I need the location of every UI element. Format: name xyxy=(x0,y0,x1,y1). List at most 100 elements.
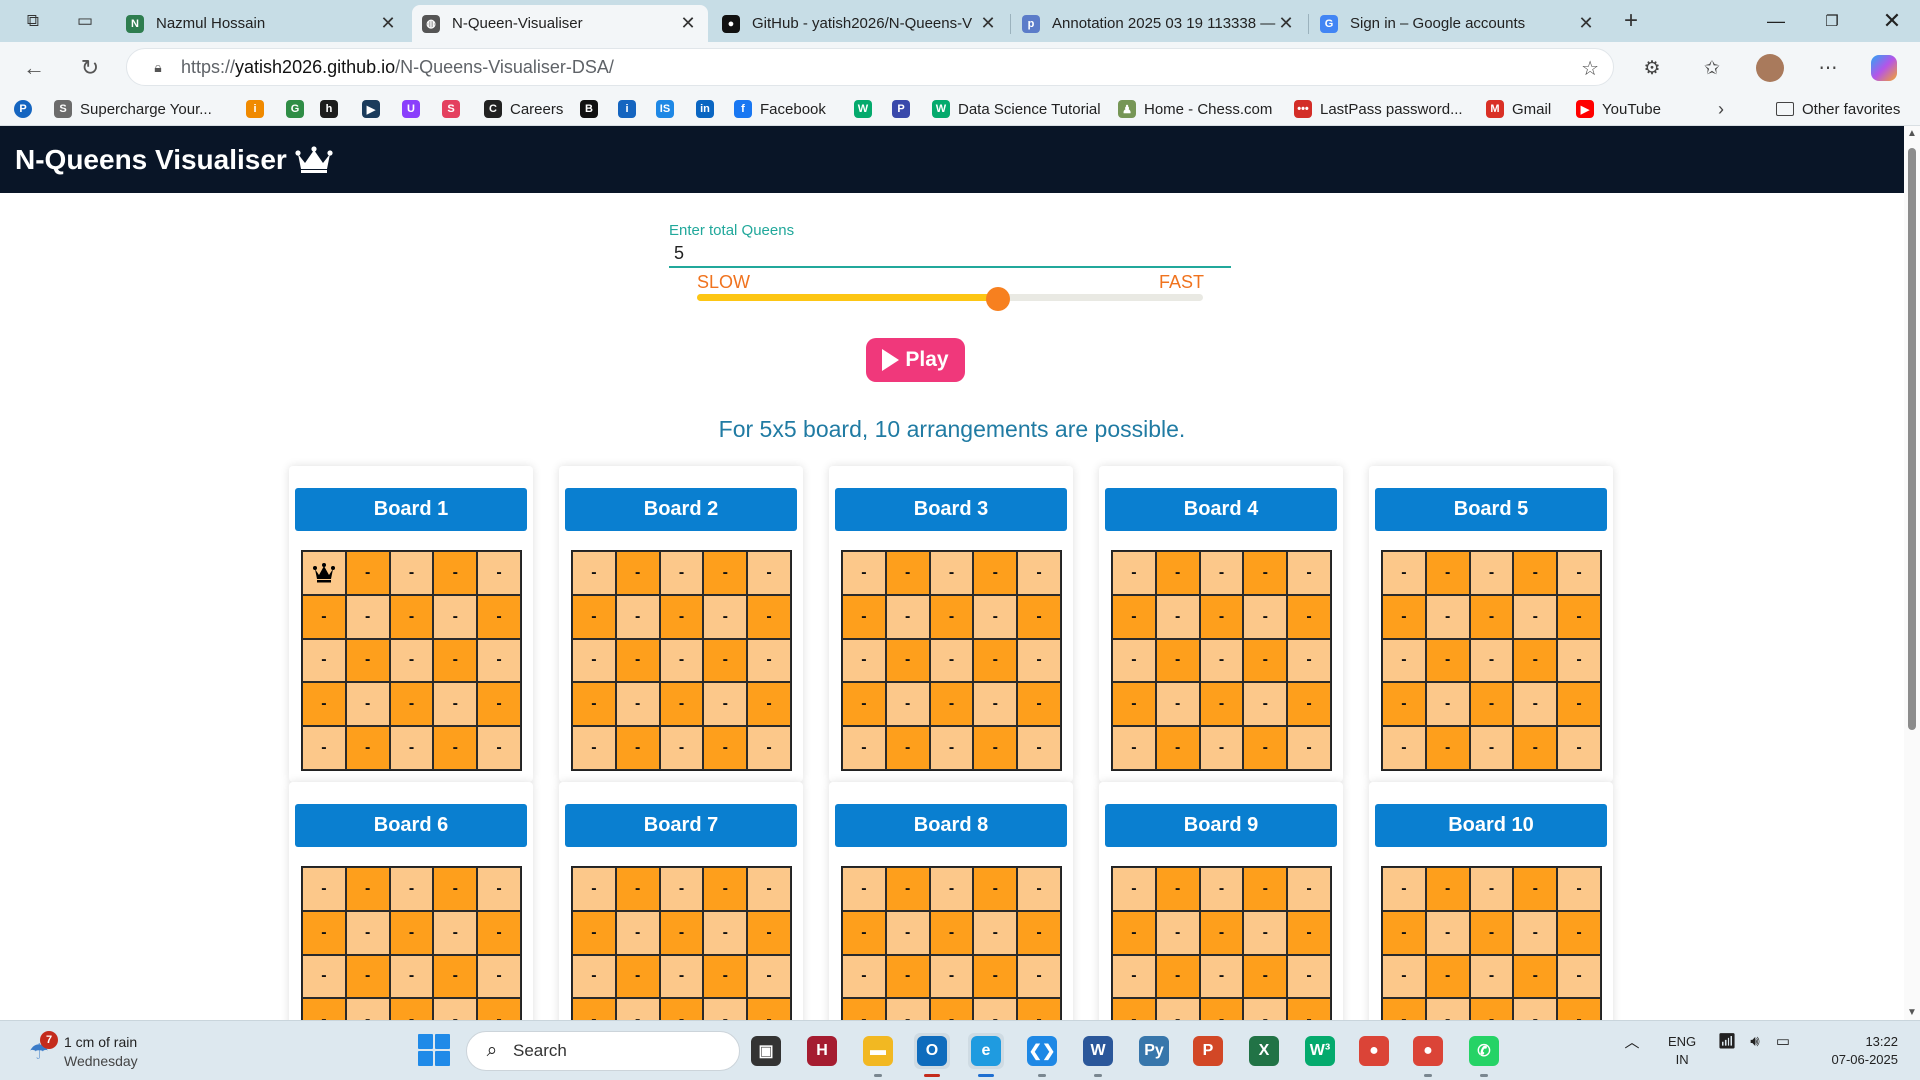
tab-1[interactable]: N Nazmul Hossain ✕ xyxy=(116,5,408,42)
bookmark-item[interactable]: i xyxy=(618,98,644,120)
bookmarks-overflow-chevron-icon[interactable]: › xyxy=(1718,98,1724,120)
queens-input[interactable] xyxy=(669,240,1231,268)
board-cell: - xyxy=(842,551,886,595)
site-info-icon[interactable]: 🔒︎ xyxy=(147,59,169,76)
task-view-app[interactable]: ▣ xyxy=(748,1033,784,1069)
tab-3[interactable]: ● GitHub - yatish2026/N-Queens-V ✕ xyxy=(712,5,1008,42)
close-window-button[interactable]: ✕ xyxy=(1864,0,1920,42)
board-cell: - xyxy=(1557,998,1601,1020)
bookmark-item[interactable]: U xyxy=(402,98,428,120)
workspaces-icon[interactable]: ⧉ xyxy=(18,8,48,34)
board-cell: - xyxy=(389,954,434,999)
close-tab-icon[interactable]: ✕ xyxy=(1576,13,1596,34)
board-cell: - xyxy=(302,638,346,683)
volume-icon[interactable]: 🔊︎ xyxy=(1744,1021,1766,1061)
tab-5[interactable]: G Sign in – Google accounts ✕ xyxy=(1310,5,1606,42)
w3-app[interactable]: W³ xyxy=(1302,1033,1338,1069)
bookmark-pin-icon[interactable]: P xyxy=(14,98,40,120)
board-cell: - xyxy=(973,726,1018,770)
tray-overflow-chevron-icon[interactable]: ︿ xyxy=(1622,1021,1642,1061)
edge-app[interactable]: e xyxy=(968,1033,1004,1069)
bookmark-item[interactable]: ••• LastPass password... xyxy=(1294,98,1463,120)
reload-button[interactable]: ↻ xyxy=(74,52,106,84)
board-cell: - xyxy=(1469,998,1514,1020)
python-app[interactable]: Py xyxy=(1136,1033,1172,1069)
page-scrollbar[interactable]: ▲ ▼ xyxy=(1904,126,1920,1020)
vscode-icon: ❮❯ xyxy=(1027,1036,1057,1066)
close-tab-icon[interactable]: ✕ xyxy=(978,13,998,34)
minimize-button[interactable]: — xyxy=(1748,0,1804,42)
scroll-down-arrow-icon[interactable]: ▼ xyxy=(1906,1007,1918,1018)
bookmark-item[interactable]: IS xyxy=(656,98,682,120)
speed-slider-thumb[interactable] xyxy=(986,287,1011,311)
close-tab-icon[interactable]: ✕ xyxy=(1276,13,1296,34)
harvard-app[interactable]: H xyxy=(804,1033,840,1069)
new-tab-button[interactable]: + xyxy=(1616,7,1646,34)
bookmark-label: Gmail xyxy=(1512,100,1552,118)
copilot-icon[interactable] xyxy=(1868,52,1900,84)
bookmark-item[interactable]: B xyxy=(580,98,606,120)
vertical-tabs-icon[interactable]: ▭ xyxy=(70,8,100,34)
file-explorer-app[interactable]: ▬ xyxy=(860,1033,896,1069)
bookmark-item[interactable]: i xyxy=(246,98,272,120)
wifi-icon[interactable]: 📶︎ xyxy=(1716,1021,1738,1061)
board-cell: - xyxy=(389,638,434,683)
extensions-icon[interactable]: ⚙ xyxy=(1636,52,1668,84)
bookmark-item[interactable]: S xyxy=(442,98,468,120)
board-cell: - xyxy=(703,954,748,999)
close-tab-icon[interactable]: ✕ xyxy=(678,13,698,34)
speed-slider-track[interactable] xyxy=(697,294,1203,301)
outlook-app[interactable]: O xyxy=(914,1033,950,1069)
word-app[interactable]: W xyxy=(1080,1033,1116,1069)
board-card: Board 2------------------------- xyxy=(559,466,803,782)
bookmark-item[interactable]: ♟ Home - Chess.com xyxy=(1118,98,1272,120)
powerpoint-app[interactable]: P xyxy=(1190,1033,1226,1069)
board-cell: - xyxy=(302,998,346,1020)
chrome-app[interactable]: ● xyxy=(1356,1033,1392,1069)
language-indicator[interactable]: ENG IN xyxy=(1668,1033,1696,1069)
other-favorites[interactable]: Other favorites xyxy=(1776,98,1900,120)
bookmark-item[interactable]: ▶ xyxy=(362,98,388,120)
bookmark-item[interactable]: W Data Science Tutorial xyxy=(932,98,1101,120)
bookmark-item[interactable]: C Careers xyxy=(484,98,563,120)
taskbar-search[interactable]: ⌕ Search xyxy=(466,1031,740,1071)
bookmark-item[interactable]: in xyxy=(696,98,722,120)
running-indicator xyxy=(1094,1074,1102,1077)
back-button[interactable]: ← xyxy=(18,52,50,84)
tab-2[interactable]: ◍ N-Queen-Visualiser ✕ xyxy=(412,5,708,42)
bookmark-item[interactable]: G xyxy=(286,98,312,120)
battery-icon[interactable]: ▭ xyxy=(1772,1021,1794,1061)
board-cell: - xyxy=(615,682,660,727)
board-cell: - xyxy=(1243,551,1288,595)
favorite-star-icon[interactable]: ☆ xyxy=(1581,56,1599,81)
bookmark-item[interactable]: P xyxy=(892,98,918,120)
excel-app[interactable]: X xyxy=(1246,1033,1282,1069)
clock[interactable]: 13:22 07-06-2025 xyxy=(1810,1033,1899,1069)
board-cell: - xyxy=(1199,998,1244,1020)
bookmark-item[interactable]: ▶ YouTube xyxy=(1576,98,1661,120)
board-cell: - xyxy=(477,867,521,911)
bookmark-item[interactable]: h xyxy=(320,98,346,120)
play-button[interactable]: Play xyxy=(866,338,965,382)
board-cell: - xyxy=(1557,867,1601,911)
bookmark-item[interactable]: S Supercharge Your... xyxy=(54,98,212,120)
start-button[interactable] xyxy=(418,1034,450,1066)
url-field[interactable]: 🔒︎ https://yatish2026.github.io/N-Queens… xyxy=(126,48,1614,86)
scrollbar-thumb[interactable] xyxy=(1908,148,1916,730)
weather-widget[interactable]: ☂ 7 1 cm of rain Wednesday xyxy=(24,1031,138,1071)
close-tab-icon[interactable]: ✕ xyxy=(378,13,398,34)
bookmark-item[interactable]: W xyxy=(854,98,880,120)
whatsapp-app[interactable]: ✆ xyxy=(1466,1033,1502,1069)
vscode-app[interactable]: ❮❯ xyxy=(1024,1033,1060,1069)
bookmark-item[interactable]: M Gmail xyxy=(1486,98,1551,120)
scroll-up-arrow-icon[interactable]: ▲ xyxy=(1906,128,1918,139)
profile-avatar[interactable] xyxy=(1754,52,1786,84)
bookmark-item[interactable]: f Facebook xyxy=(734,98,826,120)
settings-more-icon[interactable]: ⋯ xyxy=(1812,52,1844,84)
tab-4[interactable]: p Annotation 2025 03 19 113338 — ✕ xyxy=(1012,5,1306,42)
play-icon xyxy=(882,349,900,371)
board-cell: - xyxy=(1382,551,1426,595)
chrome-profile-app[interactable]: ● xyxy=(1410,1033,1446,1069)
favorites-icon[interactable]: ✩ xyxy=(1696,52,1728,84)
restore-button[interactable]: ❐ xyxy=(1804,0,1860,42)
